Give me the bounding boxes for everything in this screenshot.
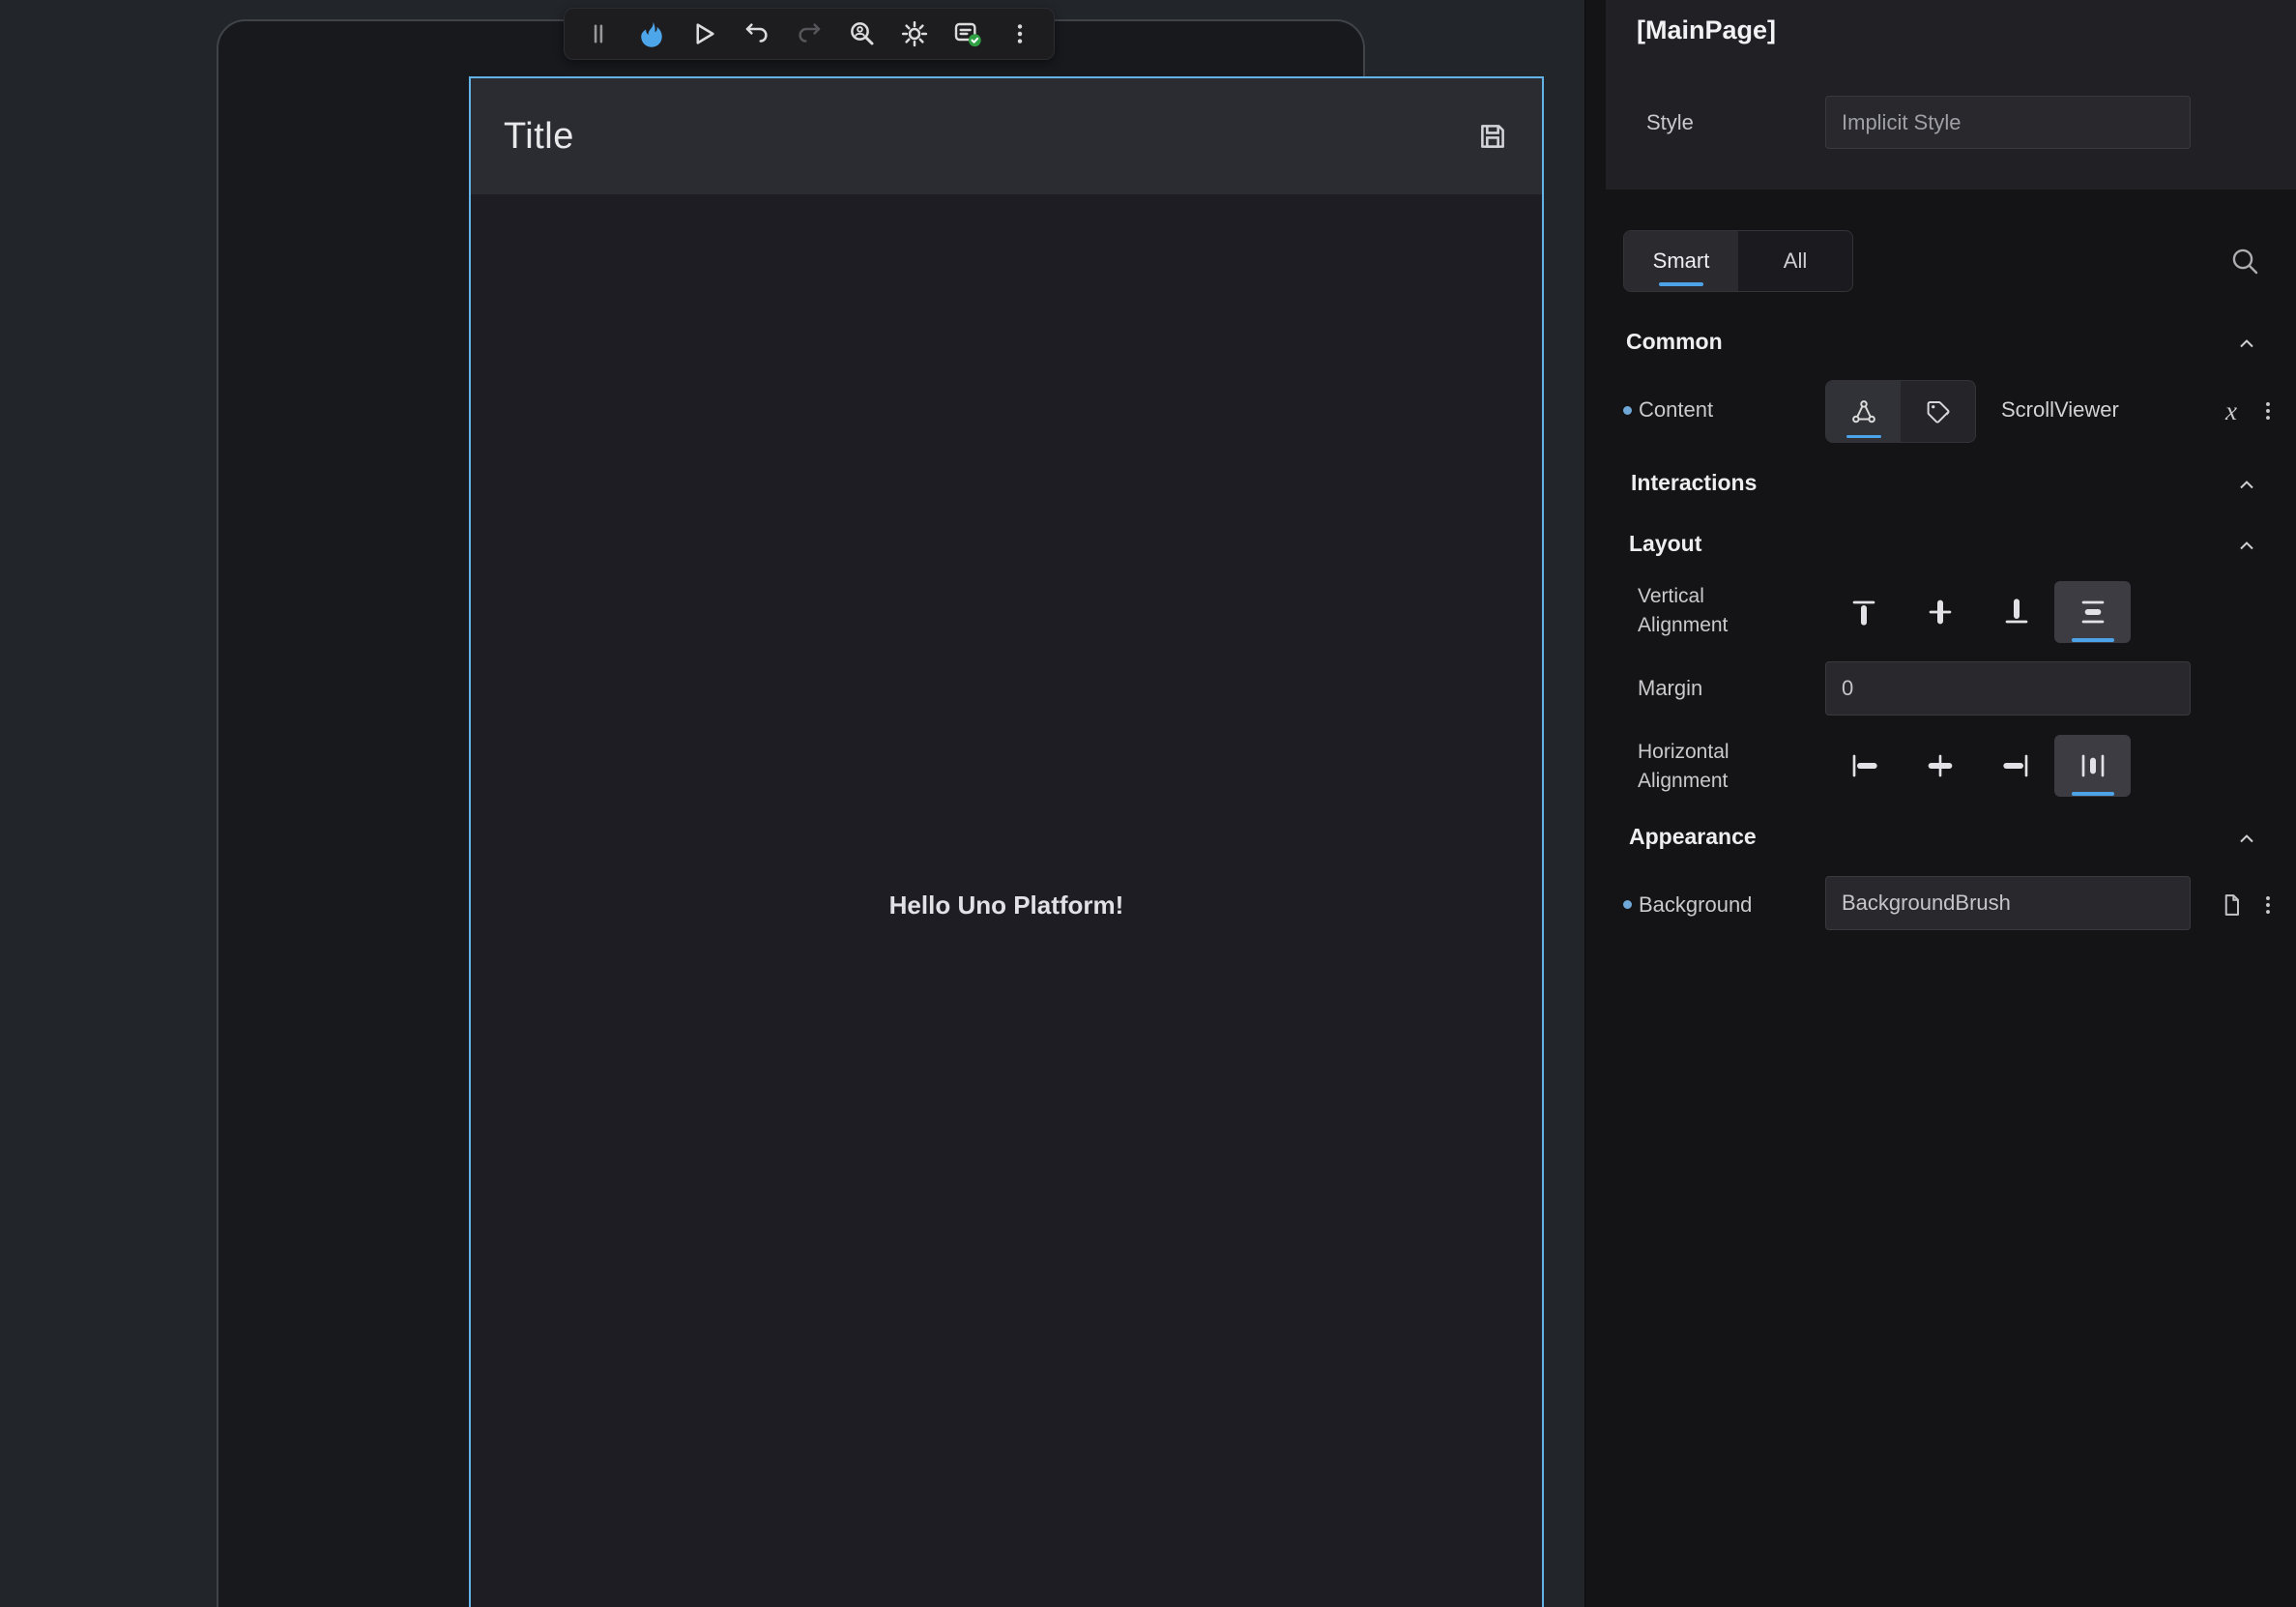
horizontal-alignment-label: Horizontal Alignment <box>1638 738 1773 796</box>
section-common: Common <box>1626 329 1723 355</box>
app-page-title: Title <box>504 116 574 158</box>
content-tag-icon[interactable] <box>1901 381 1975 442</box>
chevron-up-icon[interactable] <box>2235 333 2258 356</box>
halign-right-icon[interactable] <box>1978 735 2054 797</box>
resource-icon[interactable] <box>2216 889 2247 921</box>
style-label: Style <box>1646 110 1694 135</box>
vertical-alignment-label: Vertical Alignment <box>1638 582 1773 640</box>
tab-all-label: All <box>1784 248 1807 274</box>
property-tabs: Smart All <box>1623 230 1853 292</box>
halign-center-icon[interactable] <box>1902 735 1978 797</box>
properties-panel: [MainPage] Style Smart All Common Conten… <box>1584 0 2296 1607</box>
style-input[interactable] <box>1825 96 2191 149</box>
drag-handle-icon[interactable] <box>582 17 615 50</box>
hello-text: Hello Uno Platform! <box>889 891 1124 920</box>
search-icon[interactable] <box>2229 246 2262 278</box>
section-appearance: Appearance <box>1629 824 1757 850</box>
hot-reload-flame-icon[interactable] <box>635 17 668 50</box>
app-content-area: Hello Uno Platform! <box>471 194 1542 1607</box>
chevron-up-icon[interactable] <box>2235 474 2258 497</box>
undo-icon[interactable] <box>741 17 773 50</box>
floating-toolbar <box>564 8 1055 60</box>
play-icon[interactable] <box>687 17 720 50</box>
content-more-options-icon[interactable] <box>2252 394 2283 427</box>
valign-bottom-icon[interactable] <box>1978 581 2054 643</box>
redo-icon[interactable] <box>793 17 826 50</box>
content-instance-icon[interactable] <box>1826 381 1901 442</box>
background-input[interactable] <box>1825 876 2191 930</box>
vertical-alignment-group <box>1825 581 2131 643</box>
content-editor-switch <box>1825 380 1976 443</box>
valign-top-icon[interactable] <box>1825 581 1902 643</box>
valign-stretch-icon[interactable] <box>2054 581 2131 643</box>
margin-label: Margin <box>1638 676 1702 701</box>
horizontal-alignment-group <box>1825 735 2131 797</box>
content-value: ScrollViewer <box>2001 397 2119 423</box>
chevron-up-icon[interactable] <box>2235 535 2258 558</box>
tab-smart[interactable]: Smart <box>1624 231 1738 291</box>
valign-center-icon[interactable] <box>1902 581 1978 643</box>
save-icon[interactable] <box>1476 120 1509 153</box>
halign-left-icon[interactable] <box>1825 735 1902 797</box>
section-layout: Layout <box>1629 531 1701 557</box>
expression-icon[interactable]: x <box>2216 394 2247 427</box>
content-modified-dot <box>1623 406 1632 415</box>
margin-input[interactable] <box>1825 661 2191 716</box>
content-label: Content <box>1639 397 1713 423</box>
panel-header: [MainPage] Style <box>1606 0 2296 190</box>
tab-all[interactable]: All <box>1738 231 1852 291</box>
tab-smart-label: Smart <box>1653 248 1710 274</box>
device-frame: Title Hello Uno Platform! <box>217 19 1365 1607</box>
chevron-up-icon[interactable] <box>2235 828 2258 851</box>
app-header-bar: Title <box>471 78 1542 194</box>
status-check-icon[interactable] <box>951 17 984 50</box>
more-options-icon[interactable] <box>1003 17 1036 50</box>
background-label: Background <box>1639 892 1752 918</box>
theme-toggle-sun-icon[interactable] <box>898 17 931 50</box>
app-preview-canvas[interactable]: Title Hello Uno Platform! <box>469 76 1544 1607</box>
section-interactions: Interactions <box>1631 470 1757 496</box>
halign-stretch-icon[interactable] <box>2054 735 2131 797</box>
hot-design-screen: Title Hello Uno Platform! <box>0 0 2296 1607</box>
selected-element-title: [MainPage] <box>1637 15 1776 45</box>
background-more-options-icon[interactable] <box>2252 889 2283 921</box>
element-inspector-icon[interactable] <box>846 17 879 50</box>
background-modified-dot <box>1623 900 1632 909</box>
